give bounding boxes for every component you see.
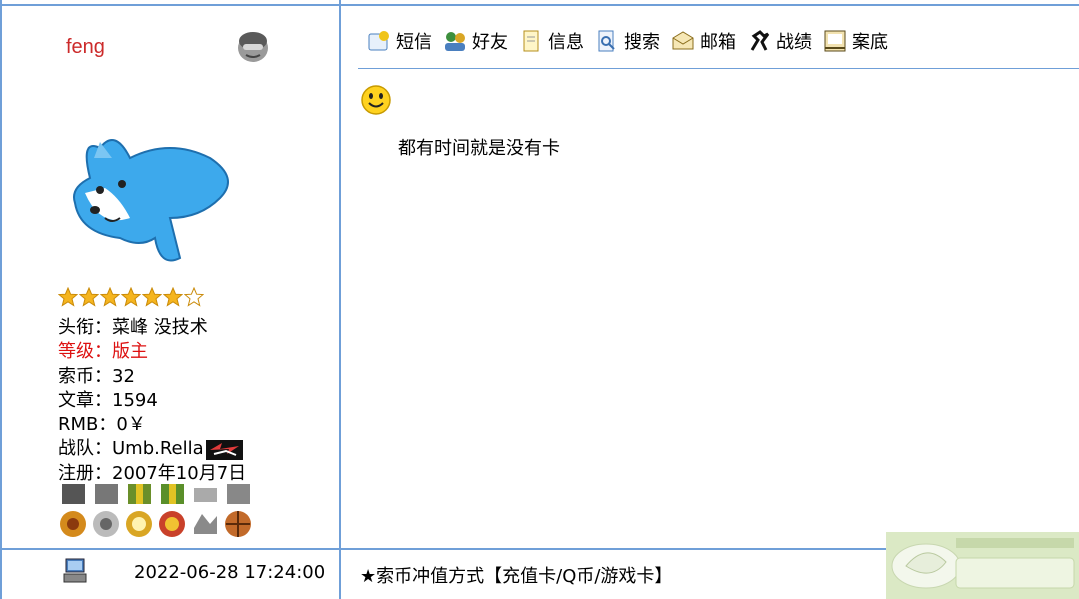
search-icon (598, 30, 615, 52)
coins-label: 索币： (58, 365, 112, 387)
top-border (0, 4, 1079, 6)
mood-face-icon (238, 32, 268, 62)
post-toolbar: 短信 好友 信息 搜索 邮箱 战绩 案底 (366, 28, 898, 54)
rating-stars (58, 287, 204, 307)
team-row: 战队： Umb.Rella (58, 437, 246, 461)
tool-info-label: 信息 (548, 32, 584, 53)
rmb-value: 0￥ (116, 414, 146, 436)
friends-icon (445, 32, 465, 51)
team-flag-icon (205, 439, 243, 460)
star-filled-icon (142, 287, 162, 307)
medal-icon[interactable] (91, 484, 122, 542)
tool-archive[interactable]: 案底 (822, 28, 888, 54)
level-value: 版主 (112, 341, 148, 363)
posts-value: 1594 (112, 389, 158, 411)
star-filled-icon (100, 287, 120, 307)
tool-friends[interactable]: 好友 (442, 28, 508, 54)
tool-record-label: 战绩 (776, 32, 812, 53)
coins-row: 索币： 32 (58, 365, 246, 389)
user-info: 头衔： 菜峰 没技术 等级： 版主 索币： 32 文章： 1594 RMB： 0… (58, 316, 246, 486)
left-border (0, 0, 2, 599)
tool-archive-label: 案底 (852, 32, 888, 53)
medal-icon[interactable] (223, 484, 254, 542)
star-empty-icon (184, 287, 204, 307)
site-watermark-logo (886, 532, 1079, 599)
tool-mail[interactable]: 邮箱 (670, 28, 736, 54)
info-icon (523, 30, 539, 52)
post-datetime: 2022-06-28 17:24:00 (134, 562, 326, 583)
tool-info[interactable]: 信息 (518, 28, 584, 54)
username[interactable]: feng (66, 36, 105, 59)
posts-row: 文章： 1594 (58, 389, 246, 413)
tool-message-label: 短信 (396, 32, 432, 53)
star-filled-icon (58, 287, 78, 307)
coins-value: 32 (112, 365, 135, 387)
rmb-label: RMB： (58, 414, 117, 436)
post-body: 都有时间就是没有卡 (398, 138, 560, 159)
avatar[interactable] (60, 118, 230, 273)
medal-icon[interactable] (124, 484, 155, 542)
archive-icon (824, 30, 846, 52)
star-filled-icon (79, 287, 99, 307)
title-value: 菜峰 没技术 (112, 317, 208, 338)
title-label: 头衔： (58, 317, 112, 338)
medal-icon[interactable] (157, 484, 188, 542)
coin-recharge-link[interactable]: ★索币冲值方式【充值卡/Q币/游戏卡】 (360, 562, 672, 588)
tool-mail-label: 邮箱 (700, 32, 736, 53)
computer-icon (63, 558, 87, 583)
smiley-icon (361, 85, 391, 115)
message-icon (368, 31, 389, 51)
register-label: 注册： (58, 462, 112, 484)
record-icon (750, 30, 770, 51)
level-label: 等级： (58, 341, 112, 363)
title-row: 头衔： 菜峰 没技术 (58, 316, 246, 340)
team-value[interactable]: Umb.Rella (112, 437, 204, 461)
level-row: 等级： 版主 (58, 340, 246, 364)
register-row: 注册： 2007年10月7日 (58, 462, 246, 486)
team-label: 战队： (58, 438, 112, 460)
register-value: 2007年10月7日 (112, 462, 247, 484)
column-divider (339, 0, 341, 599)
tool-message[interactable]: 短信 (366, 28, 432, 54)
tool-friends-label: 好友 (472, 32, 508, 53)
posts-label: 文章： (58, 389, 112, 411)
medal-icon[interactable] (190, 484, 221, 542)
star-filled-icon (121, 287, 141, 307)
tool-search[interactable]: 搜索 (594, 28, 660, 54)
star-filled-icon (163, 287, 183, 307)
medals (58, 484, 254, 542)
tool-search-label: 搜索 (624, 32, 660, 53)
rmb-row: RMB： 0￥ (58, 413, 246, 437)
tool-record[interactable]: 战绩 (746, 28, 812, 54)
mail-icon (672, 31, 694, 50)
medal-icon[interactable] (58, 484, 89, 542)
toolbar-divider (358, 68, 1079, 69)
